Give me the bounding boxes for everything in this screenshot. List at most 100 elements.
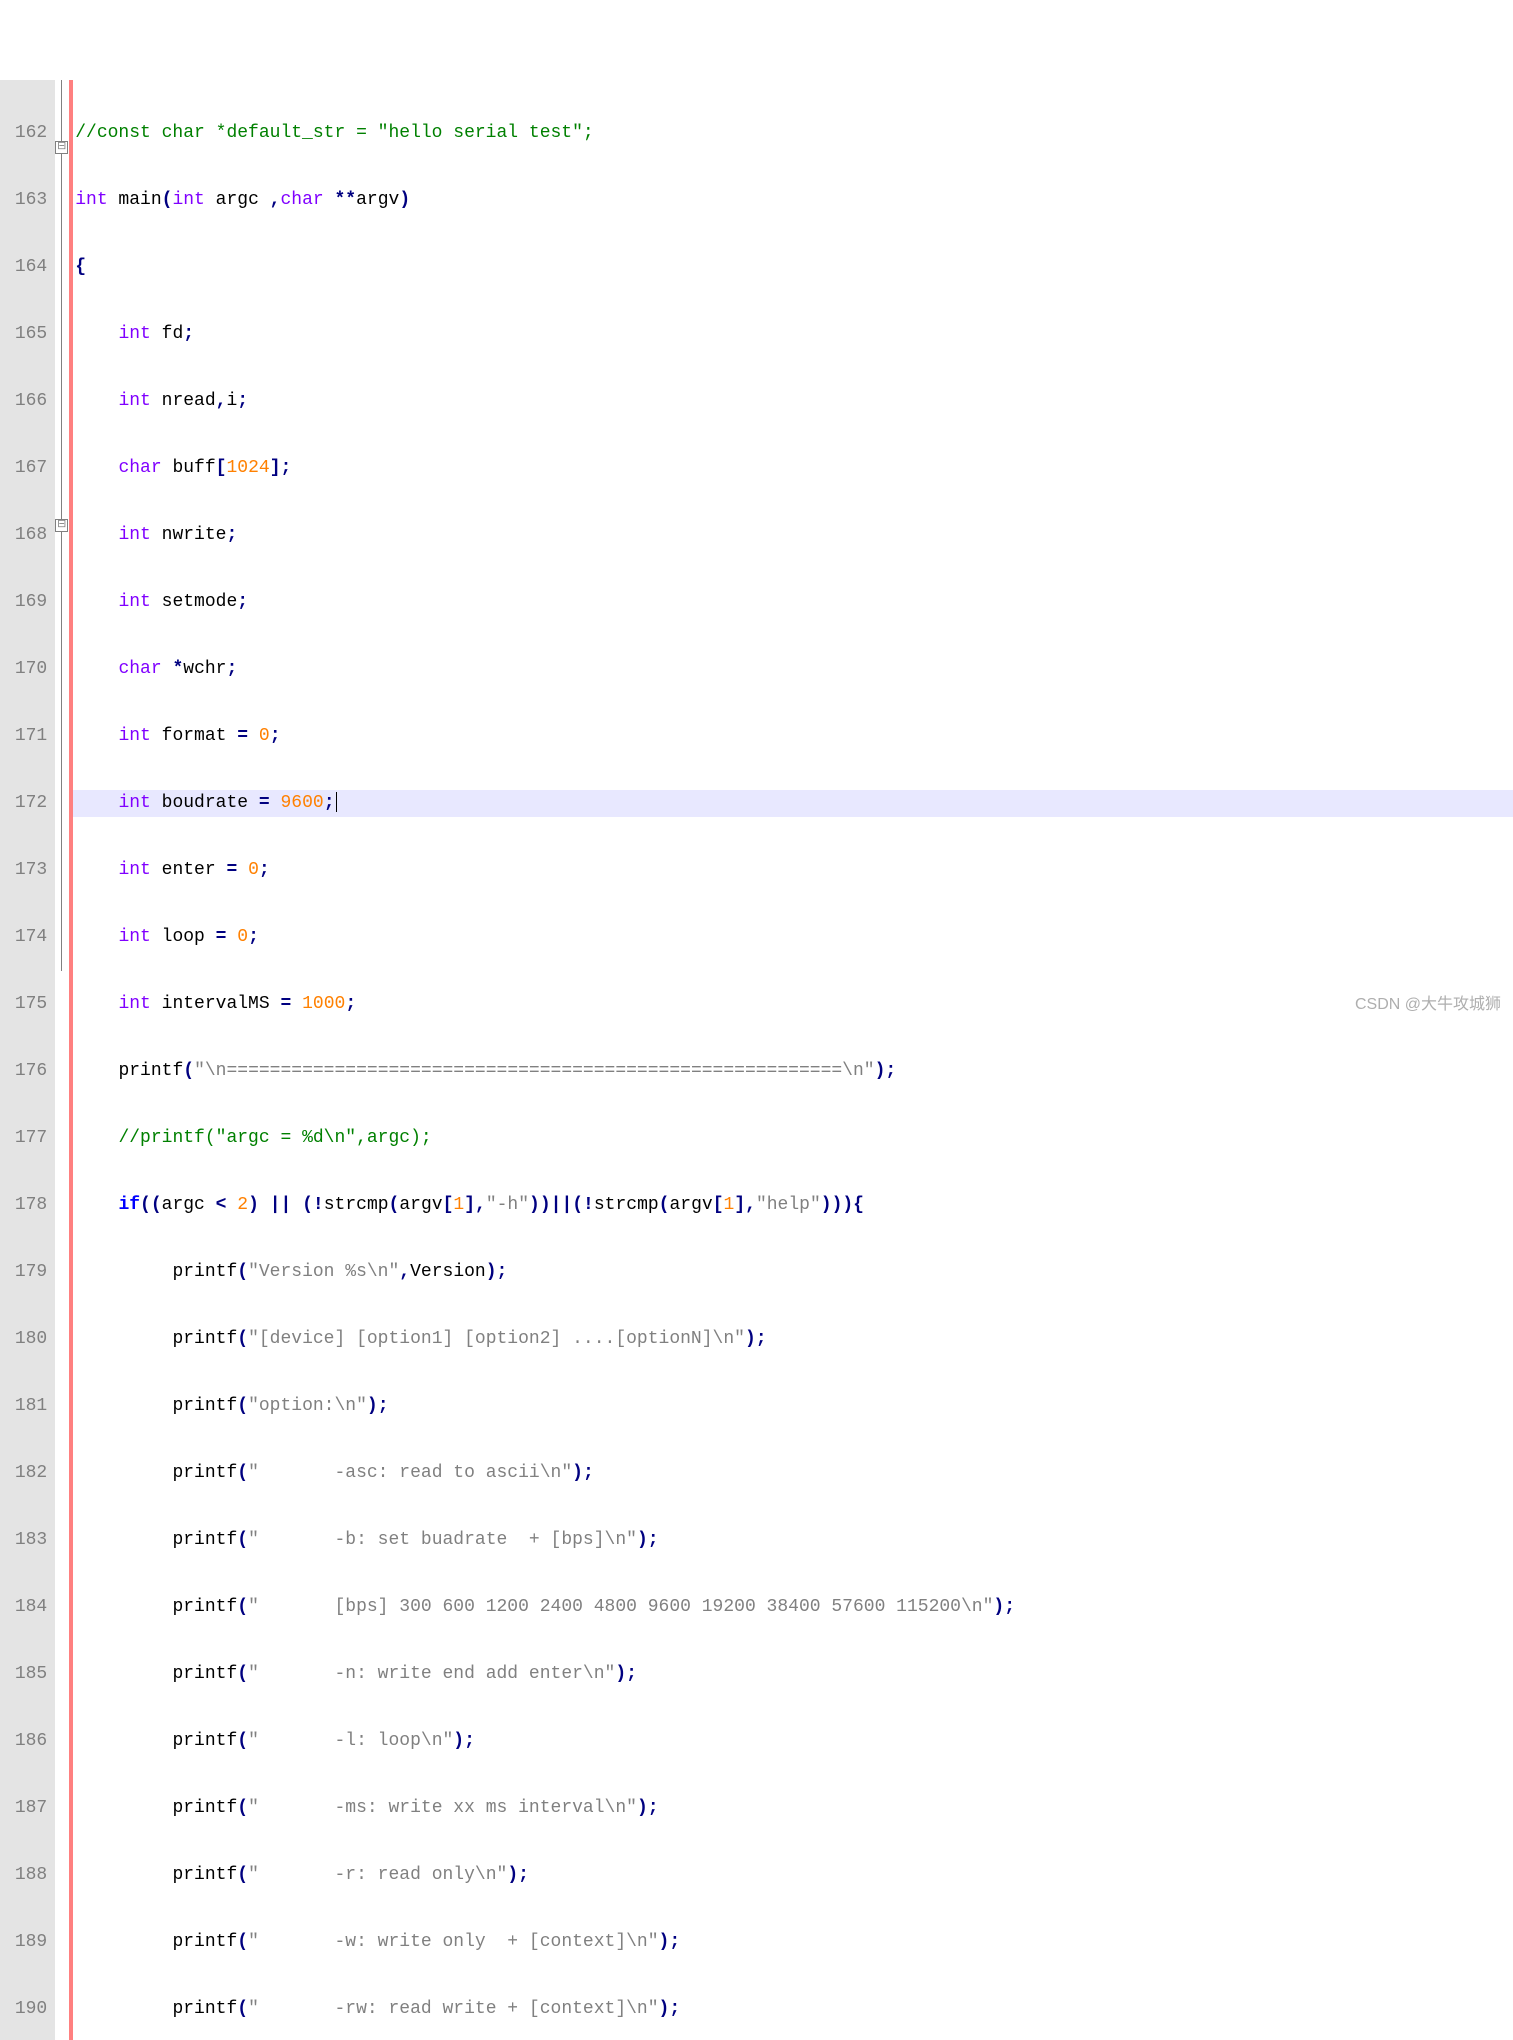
- space: [226, 1195, 237, 1215]
- string-literal: " -w: write only + [context]\n": [248, 1932, 658, 1952]
- string-literal: " -rw: read write + [context]\n": [248, 1999, 658, 2019]
- code-line[interactable]: printf("[device] [option1] [option2] ...…: [73, 1326, 1513, 1353]
- line-number: 163: [4, 187, 47, 214]
- code-line[interactable]: printf(" -rw: read write + [context]\n")…: [73, 1996, 1513, 2023]
- semicolon: ;: [281, 458, 292, 478]
- code-line[interactable]: int nwrite;: [73, 522, 1513, 549]
- semicolon: ;: [226, 659, 237, 679]
- paren: (: [237, 1999, 248, 2019]
- space: [226, 927, 237, 947]
- function-call: printf: [172, 1530, 237, 1550]
- semicolon: ;: [497, 1262, 508, 1282]
- paren: ): [637, 1798, 648, 1818]
- type-keyword: int: [118, 860, 150, 880]
- bracket: [: [443, 1195, 454, 1215]
- code-editor[interactable]: 162 163 164 165 166 167 168 169 170 171 …: [0, 80, 1513, 2040]
- identifier: argv: [356, 190, 399, 210]
- line-number: 164: [4, 254, 47, 281]
- paren: ): [745, 1329, 756, 1349]
- code-line[interactable]: char *wchr;: [73, 656, 1513, 683]
- code-line[interactable]: char buff[1024];: [73, 455, 1513, 482]
- paren: ): [659, 1999, 670, 2019]
- string-literal: " -r: read only\n": [248, 1865, 507, 1885]
- space: [248, 726, 259, 746]
- code-line[interactable]: int fd;: [73, 321, 1513, 348]
- code-line[interactable]: printf(" -asc: read to ascii\n");: [73, 1460, 1513, 1487]
- code-line[interactable]: printf(" -n: write end add enter\n");: [73, 1661, 1513, 1688]
- paren: (: [237, 1932, 248, 1952]
- semicolon: ;: [648, 1798, 659, 1818]
- number: 1: [453, 1195, 464, 1215]
- code-area[interactable]: //const char *default_str = "hello seria…: [73, 80, 1513, 2040]
- function-call: printf: [172, 1396, 237, 1416]
- line-number: 174: [4, 924, 47, 951]
- code-line[interactable]: int enter = 0;: [73, 857, 1513, 884]
- string-literal: " -l: loop\n": [248, 1731, 453, 1751]
- identifier: argc: [205, 190, 270, 210]
- code-line[interactable]: //const char *default_str = "hello seria…: [73, 120, 1513, 147]
- paren: ): [659, 1932, 670, 1952]
- code-line[interactable]: printf("Version %s\n",Version);: [73, 1259, 1513, 1286]
- bracket: ]: [734, 1195, 745, 1215]
- code-line[interactable]: printf(" [bps] 300 600 1200 2400 4800 96…: [73, 1594, 1513, 1621]
- semicolon: ;: [345, 994, 356, 1014]
- identifier: enter: [151, 860, 227, 880]
- code-line[interactable]: int intervalMS = 1000;: [73, 991, 1513, 1018]
- fold-column[interactable]: ⊟ ⊟: [55, 80, 69, 2040]
- code-line[interactable]: printf(" -l: loop\n");: [73, 1728, 1513, 1755]
- line-number: 177: [4, 1125, 47, 1152]
- code-line[interactable]: printf(" -b: set buadrate + [bps]\n");: [73, 1527, 1513, 1554]
- string-literal: " -b: set buadrate + [bps]\n": [248, 1530, 637, 1550]
- paren: (: [237, 1731, 248, 1751]
- function-call: printf: [172, 1329, 237, 1349]
- string-literal: "-h": [486, 1195, 529, 1215]
- paren: ): [453, 1731, 464, 1751]
- fold-collapse-icon[interactable]: ⊟: [55, 519, 68, 532]
- code-line[interactable]: int format = 0;: [73, 723, 1513, 750]
- semicolon: ;: [518, 1865, 529, 1885]
- function-call: strcmp: [324, 1195, 389, 1215]
- code-line[interactable]: printf("\n==============================…: [73, 1058, 1513, 1085]
- paren: (: [237, 1530, 248, 1550]
- type-keyword: int: [118, 324, 150, 344]
- identifier: intervalMS: [151, 994, 281, 1014]
- semicolon: ;: [324, 793, 335, 813]
- semicolon: ;: [464, 1731, 475, 1751]
- semicolon: ;: [583, 1463, 594, 1483]
- line-number: 172: [4, 790, 47, 817]
- code-line[interactable]: int loop = 0;: [73, 924, 1513, 951]
- code-line[interactable]: int nread,i;: [73, 388, 1513, 415]
- identifier: argv: [669, 1195, 712, 1215]
- code-line-active[interactable]: int boudrate = 9600;: [73, 790, 1513, 817]
- semicolon: ;: [183, 324, 194, 344]
- code-line[interactable]: int main(int argc ,char **argv): [73, 187, 1513, 214]
- semicolon: ;: [626, 1664, 637, 1684]
- paren: (: [389, 1195, 400, 1215]
- code-line[interactable]: printf(" -w: write only + [context]\n");: [73, 1929, 1513, 1956]
- identifier: nwrite: [151, 525, 227, 545]
- semicolon: ;: [248, 927, 259, 947]
- code-line[interactable]: printf(" -ms: write xx ms interval\n");: [73, 1795, 1513, 1822]
- code-line[interactable]: {: [73, 254, 1513, 281]
- line-number: 180: [4, 1326, 47, 1353]
- function-call: printf: [172, 1999, 237, 2019]
- fold-collapse-icon[interactable]: ⊟: [55, 141, 68, 154]
- identifier: buff: [162, 458, 216, 478]
- code-line[interactable]: if((argc < 2) || (!strcmp(argv[1],"-h"))…: [73, 1192, 1513, 1219]
- code-line[interactable]: //printf("argc = %d\n",argc);: [73, 1125, 1513, 1152]
- line-number: 176: [4, 1058, 47, 1085]
- paren: ))){: [821, 1195, 864, 1215]
- semicolon: ;: [885, 1061, 896, 1081]
- code-line[interactable]: printf("option:\n");: [73, 1393, 1513, 1420]
- code-line[interactable]: printf(" -r: read only\n");: [73, 1862, 1513, 1889]
- type-keyword: int: [118, 391, 150, 411]
- paren: ): [875, 1061, 886, 1081]
- line-number: 187: [4, 1795, 47, 1822]
- operator: **: [324, 190, 356, 210]
- function-call: printf: [172, 1463, 237, 1483]
- paren: (: [237, 1262, 248, 1282]
- identifier: i: [226, 391, 237, 411]
- line-number: 178: [4, 1192, 47, 1219]
- code-line[interactable]: int setmode;: [73, 589, 1513, 616]
- comma: ,: [399, 1262, 410, 1282]
